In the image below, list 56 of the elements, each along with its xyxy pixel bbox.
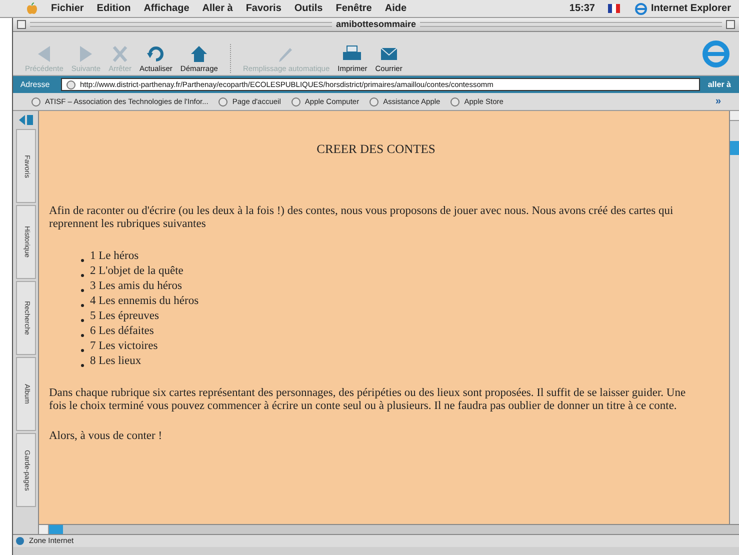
- browser-logo-icon: [634, 2, 647, 14]
- scroll-left-button[interactable]: [39, 525, 49, 534]
- scroll-thumb[interactable]: [49, 525, 63, 534]
- intro-paragraph: Afin de raconter ou d'écrire (ou les deux à la fois !) des contes, nous vous proposons de jouer avec nous. Nous avons créé des cartes qui reprennent les rubriques suivantes: [49, 205, 674, 231]
- clock: 15:37: [569, 2, 595, 16]
- bullet-icon: [81, 289, 84, 292]
- bullet-icon: [81, 274, 84, 277]
- bullet-icon: [81, 349, 84, 352]
- list-item: 2 L'objet de la quête: [90, 265, 184, 278]
- scroll-thumb[interactable]: [730, 141, 739, 155]
- active-app-name[interactable]: Internet Explorer: [650, 1, 731, 16]
- list-item: 8 Les lieux: [90, 355, 142, 368]
- bullet-icon: [81, 334, 84, 337]
- body-paragraph: Dans chaque rubrique six cartes représentant des personnages, des péripéties ou des lieux sont proposées. Il suffit de se laisser guider. Une fois le choix terminé vous pouvez commencer à écrire un conte seul ou à plusieurs. Il ne faudra pas oublier de donner un titre à ce conte.: [49, 387, 687, 413]
- page-icon: [218, 96, 228, 106]
- address-label: Adresse: [19, 78, 51, 90]
- menu-item[interactable]: Aller à: [202, 1, 233, 16]
- sidebar-toggle-icon[interactable]: [16, 113, 34, 127]
- page-icon: [450, 96, 460, 106]
- menu-item[interactable]: Edition: [96, 1, 131, 16]
- vertical-scrollbar[interactable]: [729, 111, 739, 524]
- page-icon: [369, 96, 380, 106]
- menu-item[interactable]: Fenêtre: [336, 1, 372, 16]
- go-button[interactable]: aller à: [704, 78, 735, 90]
- more-button[interactable]: »: [715, 94, 721, 109]
- bullet-icon: [81, 319, 84, 322]
- horizontal-scrollbar[interactable]: [39, 524, 739, 534]
- forward-arrow-icon: [80, 46, 92, 62]
- bullet-icon: [81, 364, 84, 367]
- closing-line: Alors, à vous de conter !: [49, 430, 164, 443]
- list-item: 3 Les amis du héros: [90, 280, 182, 293]
- apple-logo-icon[interactable]: [26, 2, 38, 15]
- menu-item[interactable]: Fichier: [51, 1, 84, 16]
- menu-item[interactable]: Outils: [294, 1, 323, 16]
- menu-item[interactable]: Aide: [384, 1, 407, 16]
- list-item: 6 Les défaites: [90, 325, 154, 338]
- bullet-icon: [81, 259, 84, 262]
- flag-icon[interactable]: [608, 2, 622, 14]
- page-icon: [31, 96, 41, 106]
- globe-icon: [15, 536, 25, 546]
- back-arrow-icon: [38, 46, 50, 62]
- scroll-up-button[interactable]: [730, 111, 739, 121]
- menu-item[interactable]: Affichage: [144, 1, 190, 16]
- list-item: 7 Les victoires: [90, 340, 158, 353]
- page-heading: CREER DES CONTES: [316, 143, 436, 156]
- list-item: 1 Le héros: [90, 250, 139, 263]
- page-icon: [290, 96, 301, 106]
- menu-item[interactable]: Favoris: [246, 1, 282, 16]
- window-title: amibottesommaire: [336, 18, 416, 31]
- page-icon: [66, 80, 76, 90]
- list-item: 5 Les épreuves: [90, 310, 159, 323]
- close-box-icon[interactable]: [17, 20, 26, 29]
- zoom-box-icon[interactable]: [726, 20, 735, 29]
- browser-logo-icon: [701, 39, 731, 69]
- list-item: 4 Les ennemis du héros: [90, 295, 199, 308]
- bullet-icon: [81, 304, 84, 307]
